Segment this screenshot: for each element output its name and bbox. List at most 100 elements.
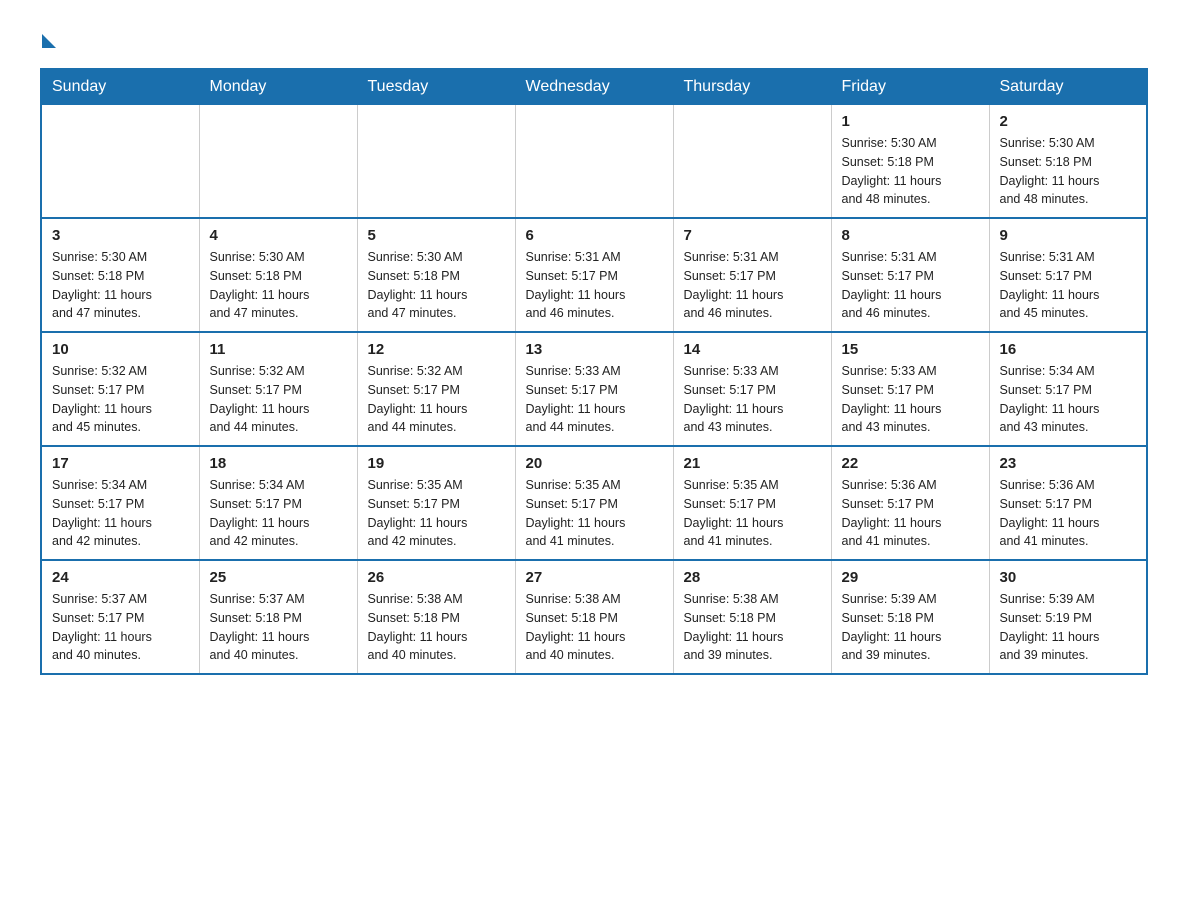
calendar-cell: 3 Sunrise: 5:30 AMSunset: 5:18 PMDaylight…	[41, 218, 199, 332]
logo	[40, 30, 56, 48]
calendar-cell: 14Sunrise: 5:33 AMSunset: 5:17 PMDayligh…	[673, 332, 831, 446]
day-info: Sunrise: 5:39 AMSunset: 5:18 PMDaylight:…	[842, 590, 979, 665]
calendar-cell: 1 Sunrise: 5:30 AMSunset: 5:18 PMDaylight…	[831, 105, 989, 219]
calendar-cell	[357, 105, 515, 219]
day-info: Sunrise: 5:32 AMSunset: 5:17 PMDaylight:…	[210, 362, 347, 437]
day-info: Sunrise: 5:37 AMSunset: 5:18 PMDaylight:…	[210, 590, 347, 665]
calendar-cell: 10 Sunrise: 5:32 AMSunset: 5:17 PMDayligh…	[41, 332, 199, 446]
day-number: 10	[52, 341, 189, 358]
weekday-header-saturday: Saturday	[989, 69, 1147, 105]
day-number: 5	[368, 227, 505, 244]
day-number: 8	[842, 227, 979, 244]
weekday-header-wednesday: Wednesday	[515, 69, 673, 105]
calendar-cell	[673, 105, 831, 219]
page-header	[40, 30, 1148, 48]
calendar-cell: 29Sunrise: 5:39 AMSunset: 5:18 PMDayligh…	[831, 560, 989, 674]
calendar-cell: 26 Sunrise: 5:38 AMSunset: 5:18 PMDayligh…	[357, 560, 515, 674]
day-number: 27	[526, 569, 663, 586]
day-number: 3	[52, 227, 189, 244]
day-number: 4	[210, 227, 347, 244]
day-info: Sunrise: 5:32 AMSunset: 5:17 PMDaylight:…	[52, 362, 189, 437]
day-number: 24	[52, 569, 189, 586]
calendar-cell	[41, 105, 199, 219]
logo-triangle-icon	[42, 34, 56, 48]
day-info: Sunrise: 5:35 AMSunset: 5:17 PMDaylight:…	[684, 476, 821, 551]
day-info: Sunrise: 5:31 AMSunset: 5:17 PMDaylight:…	[842, 248, 979, 323]
day-info: Sunrise: 5:30 AMSunset: 5:18 PMDaylight:…	[1000, 134, 1137, 209]
day-number: 18	[210, 455, 347, 472]
calendar-cell: 30 Sunrise: 5:39 AMSunset: 5:19 PMDayligh…	[989, 560, 1147, 674]
day-info: Sunrise: 5:33 AMSunset: 5:17 PMDaylight:…	[526, 362, 663, 437]
day-number: 6	[526, 227, 663, 244]
day-number: 19	[368, 455, 505, 472]
weekday-header-tuesday: Tuesday	[357, 69, 515, 105]
calendar-cell: 27 Sunrise: 5:38 AMSunset: 5:18 PMDayligh…	[515, 560, 673, 674]
calendar-cell: 4Sunrise: 5:30 AMSunset: 5:18 PMDaylight…	[199, 218, 357, 332]
day-info: Sunrise: 5:30 AMSunset: 5:18 PMDaylight:…	[842, 134, 979, 209]
day-number: 16	[1000, 341, 1137, 358]
calendar-cell: 15 Sunrise: 5:33 AMSunset: 5:17 PMDayligh…	[831, 332, 989, 446]
day-info: Sunrise: 5:30 AMSunset: 5:18 PMDaylight:…	[368, 248, 505, 323]
day-info: Sunrise: 5:38 AMSunset: 5:18 PMDaylight:…	[526, 590, 663, 665]
calendar-header-row: SundayMondayTuesdayWednesdayThursdayFrid…	[41, 69, 1147, 105]
day-info: Sunrise: 5:32 AMSunset: 5:17 PMDaylight:…	[368, 362, 505, 437]
calendar-cell: 16 Sunrise: 5:34 AMSunset: 5:17 PMDayligh…	[989, 332, 1147, 446]
calendar-cell: 24 Sunrise: 5:37 AMSunset: 5:17 PMDayligh…	[41, 560, 199, 674]
day-info: Sunrise: 5:36 AMSunset: 5:17 PMDaylight:…	[842, 476, 979, 551]
weekday-header-friday: Friday	[831, 69, 989, 105]
day-number: 1	[842, 113, 979, 130]
day-info: Sunrise: 5:35 AMSunset: 5:17 PMDaylight:…	[368, 476, 505, 551]
day-info: Sunrise: 5:33 AMSunset: 5:17 PMDaylight:…	[684, 362, 821, 437]
calendar-cell	[515, 105, 673, 219]
day-number: 9	[1000, 227, 1137, 244]
day-number: 11	[210, 341, 347, 358]
calendar-cell: 20 Sunrise: 5:35 AMSunset: 5:17 PMDayligh…	[515, 446, 673, 560]
day-number: 30	[1000, 569, 1137, 586]
calendar-cell: 11 Sunrise: 5:32 AMSunset: 5:17 PMDayligh…	[199, 332, 357, 446]
calendar-cell: 25 Sunrise: 5:37 AMSunset: 5:18 PMDayligh…	[199, 560, 357, 674]
calendar-cell: 5 Sunrise: 5:30 AMSunset: 5:18 PMDaylight…	[357, 218, 515, 332]
calendar-cell: 6 Sunrise: 5:31 AMSunset: 5:17 PMDaylight…	[515, 218, 673, 332]
day-number: 15	[842, 341, 979, 358]
day-number: 13	[526, 341, 663, 358]
day-info: Sunrise: 5:38 AMSunset: 5:18 PMDaylight:…	[368, 590, 505, 665]
day-number: 12	[368, 341, 505, 358]
calendar-cell: 18Sunrise: 5:34 AMSunset: 5:17 PMDayligh…	[199, 446, 357, 560]
calendar-week-row: 17 Sunrise: 5:34 AMSunset: 5:17 PMDayligh…	[41, 446, 1147, 560]
day-number: 20	[526, 455, 663, 472]
calendar-cell: 2 Sunrise: 5:30 AMSunset: 5:18 PMDaylight…	[989, 105, 1147, 219]
calendar-cell: 22Sunrise: 5:36 AMSunset: 5:17 PMDayligh…	[831, 446, 989, 560]
day-number: 2	[1000, 113, 1137, 130]
day-number: 17	[52, 455, 189, 472]
day-info: Sunrise: 5:30 AMSunset: 5:18 PMDaylight:…	[52, 248, 189, 323]
weekday-header-monday: Monday	[199, 69, 357, 105]
day-info: Sunrise: 5:39 AMSunset: 5:19 PMDaylight:…	[1000, 590, 1137, 665]
day-info: Sunrise: 5:31 AMSunset: 5:17 PMDaylight:…	[684, 248, 821, 323]
calendar-week-row: 1 Sunrise: 5:30 AMSunset: 5:18 PMDaylight…	[41, 105, 1147, 219]
day-info: Sunrise: 5:31 AMSunset: 5:17 PMDaylight:…	[526, 248, 663, 323]
calendar-cell: 21 Sunrise: 5:35 AMSunset: 5:17 PMDayligh…	[673, 446, 831, 560]
calendar-cell: 13 Sunrise: 5:33 AMSunset: 5:17 PMDayligh…	[515, 332, 673, 446]
weekday-header-sunday: Sunday	[41, 69, 199, 105]
calendar-cell: 7 Sunrise: 5:31 AMSunset: 5:17 PMDaylight…	[673, 218, 831, 332]
day-info: Sunrise: 5:31 AMSunset: 5:17 PMDaylight:…	[1000, 248, 1137, 323]
day-info: Sunrise: 5:33 AMSunset: 5:17 PMDaylight:…	[842, 362, 979, 437]
day-number: 26	[368, 569, 505, 586]
calendar-table: SundayMondayTuesdayWednesdayThursdayFrid…	[40, 68, 1148, 675]
calendar-cell: 23 Sunrise: 5:36 AMSunset: 5:17 PMDayligh…	[989, 446, 1147, 560]
day-number: 25	[210, 569, 347, 586]
calendar-cell	[199, 105, 357, 219]
day-info: Sunrise: 5:35 AMSunset: 5:17 PMDaylight:…	[526, 476, 663, 551]
day-info: Sunrise: 5:34 AMSunset: 5:17 PMDaylight:…	[1000, 362, 1137, 437]
day-info: Sunrise: 5:37 AMSunset: 5:17 PMDaylight:…	[52, 590, 189, 665]
day-info: Sunrise: 5:36 AMSunset: 5:17 PMDaylight:…	[1000, 476, 1137, 551]
day-info: Sunrise: 5:38 AMSunset: 5:18 PMDaylight:…	[684, 590, 821, 665]
day-number: 28	[684, 569, 821, 586]
day-number: 7	[684, 227, 821, 244]
day-info: Sunrise: 5:34 AMSunset: 5:17 PMDaylight:…	[52, 476, 189, 551]
day-number: 21	[684, 455, 821, 472]
calendar-cell: 28 Sunrise: 5:38 AMSunset: 5:18 PMDayligh…	[673, 560, 831, 674]
calendar-week-row: 10 Sunrise: 5:32 AMSunset: 5:17 PMDayligh…	[41, 332, 1147, 446]
day-number: 23	[1000, 455, 1137, 472]
calendar-week-row: 24 Sunrise: 5:37 AMSunset: 5:17 PMDayligh…	[41, 560, 1147, 674]
